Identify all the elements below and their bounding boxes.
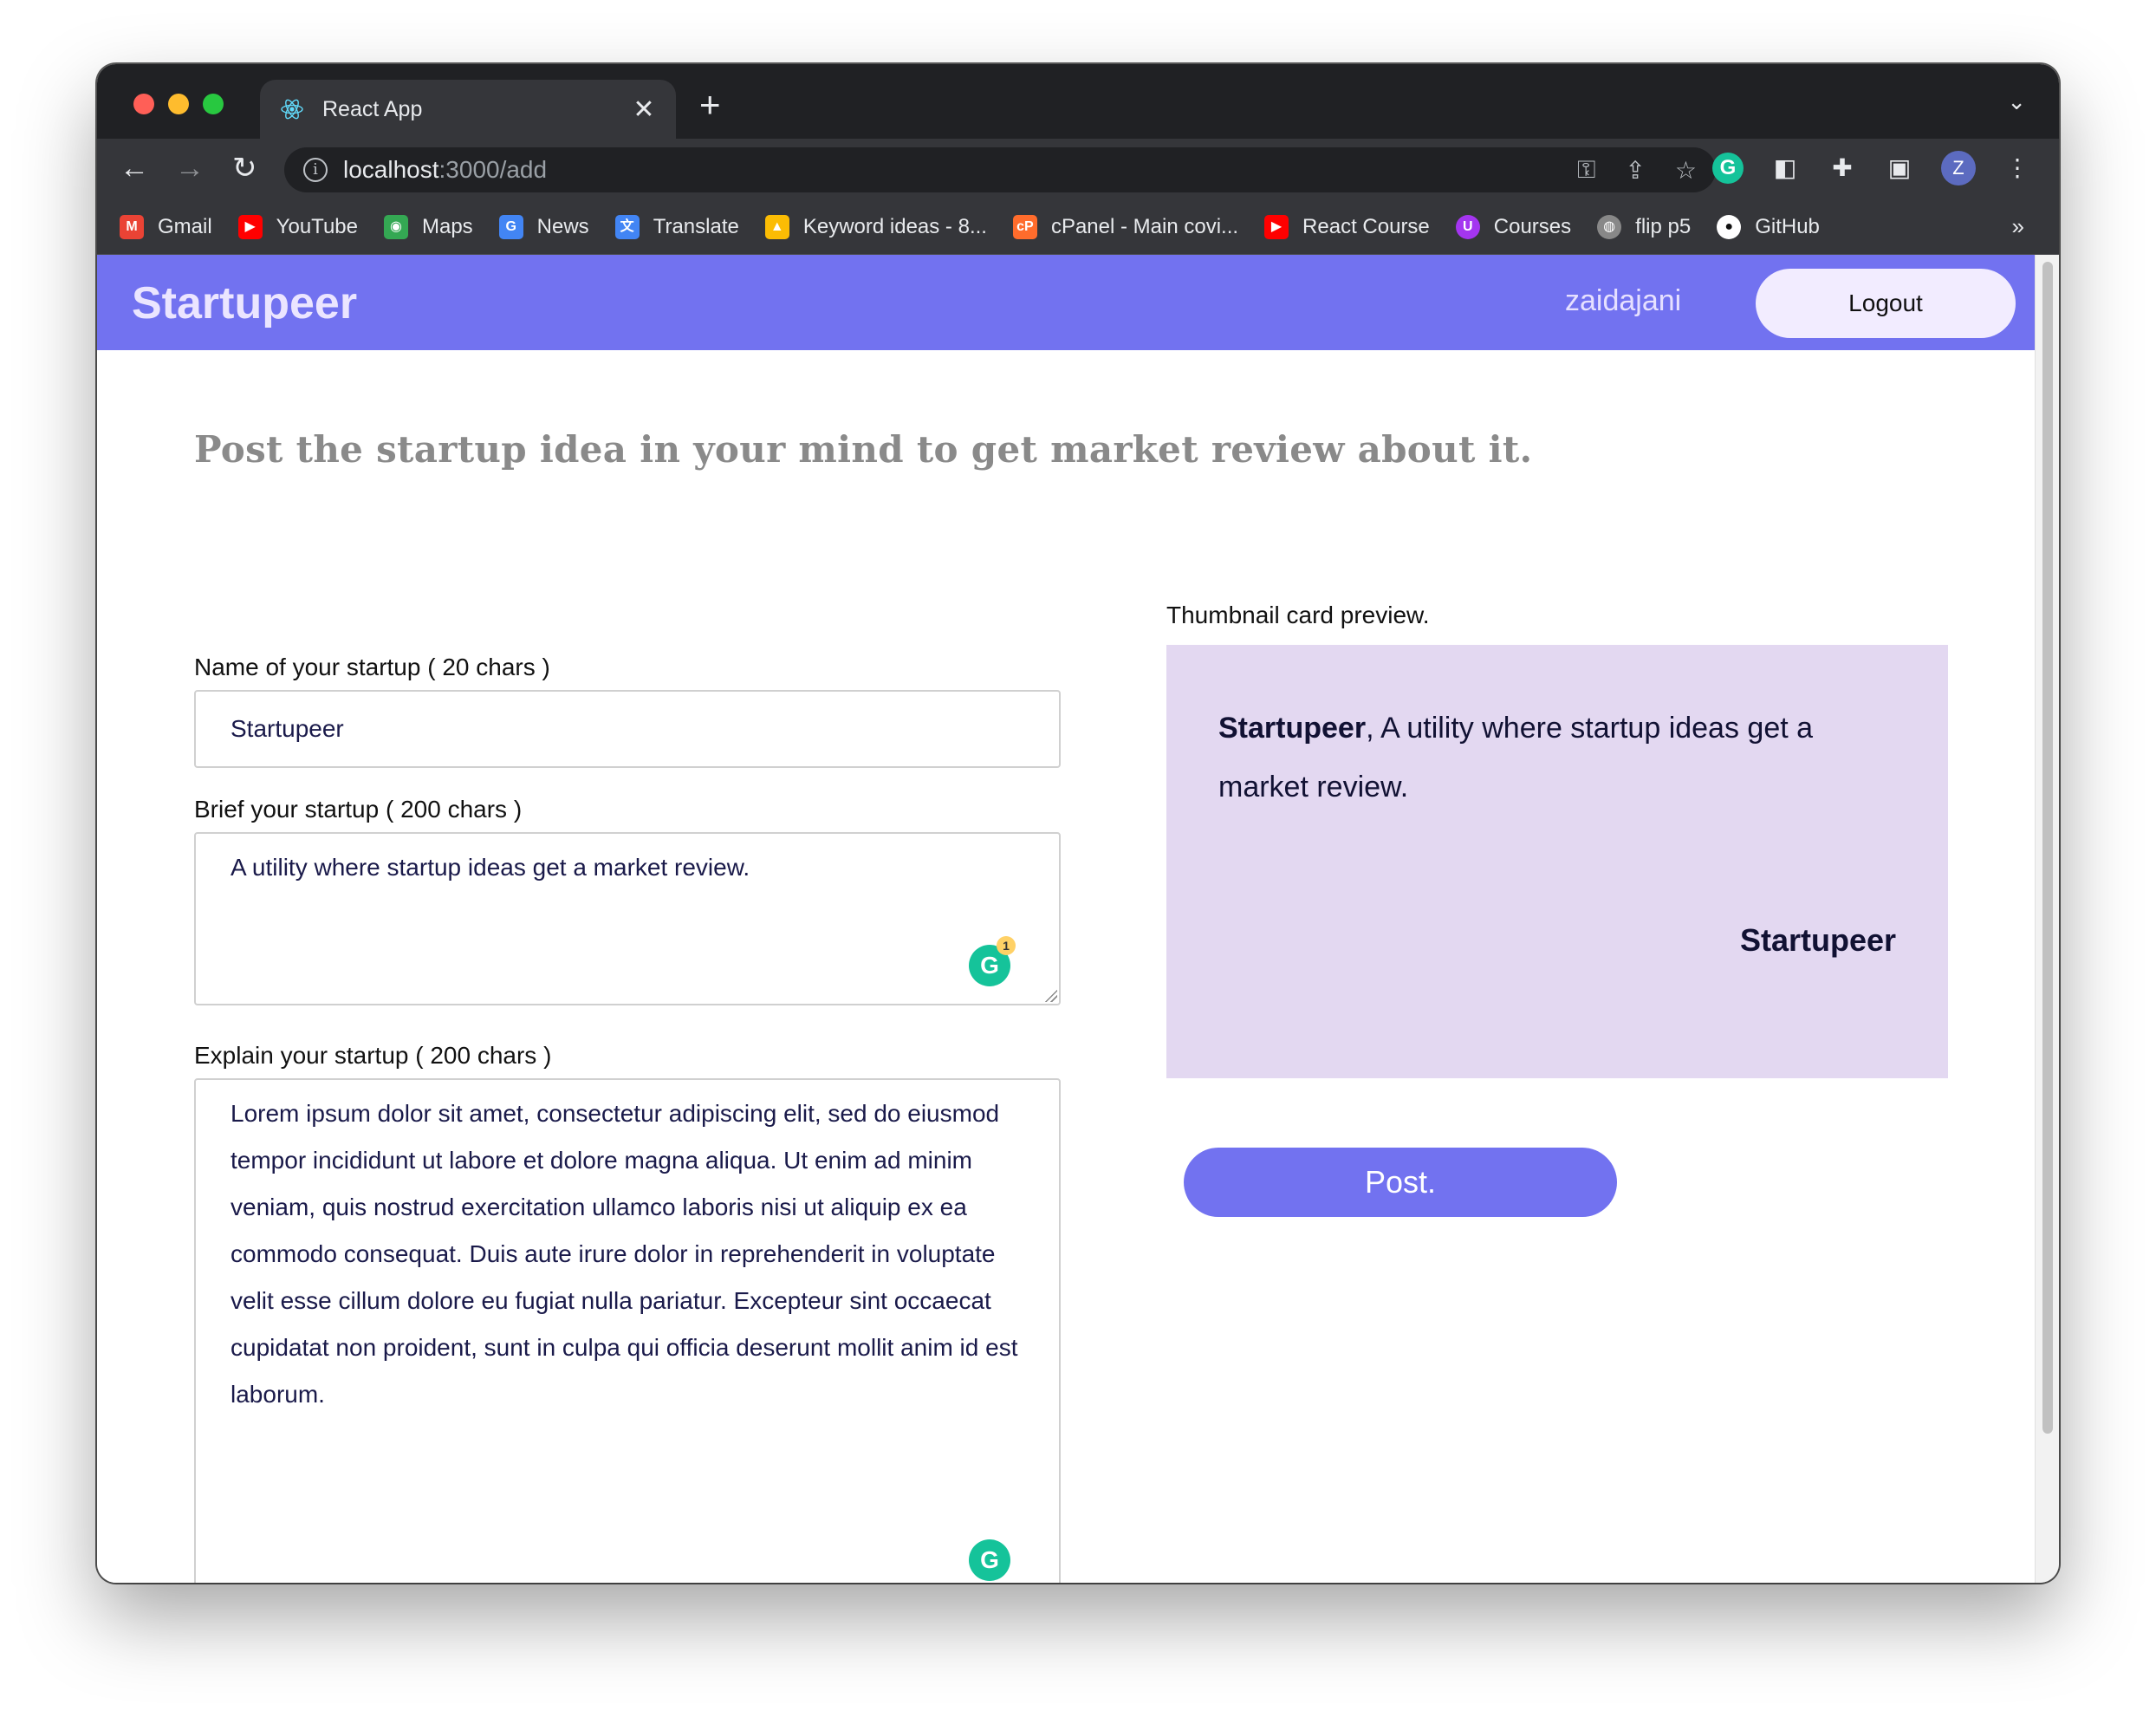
kebab-menu-icon[interactable]: ⋮ <box>2002 153 2033 184</box>
bookmark-courses[interactable]: U Courses <box>1455 214 1572 239</box>
browser-window: React App ✕ + ⌄ ← → ↻ i localhost :3000/… <box>97 64 2059 1583</box>
back-arrow-icon[interactable]: ← <box>120 151 149 185</box>
github-icon: ● <box>1717 214 1742 239</box>
close-icon[interactable]: ✕ <box>631 94 657 125</box>
cpanel-icon: cP <box>1012 214 1037 239</box>
brief-label: Brief your startup ( 200 chars ) <box>194 796 523 823</box>
bookmark-label: Courses <box>1493 214 1572 238</box>
new-tab-button[interactable]: + <box>699 87 721 123</box>
bookmark-maps[interactable]: ◉ Maps <box>383 214 473 239</box>
grammarly-icon[interactable]: G 1 <box>969 936 1016 986</box>
profile-avatar[interactable]: Z <box>1941 151 1976 185</box>
bookmark-label: Maps <box>421 214 473 238</box>
name-label: Name of your startup ( 20 chars ) <box>194 654 550 680</box>
app-logo[interactable]: Startupeer <box>132 277 357 329</box>
page-scrollbar[interactable] <box>2035 255 2059 1583</box>
scrollbar-thumb[interactable] <box>2042 262 2053 1434</box>
bookmarks-bar: M Gmail ▶ YouTube ◉ Maps G News 文 Transl… <box>97 199 2059 255</box>
bookmark-label: YouTube <box>276 214 358 238</box>
card-separator: , <box>1366 712 1381 745</box>
resize-handle[interactable] <box>1043 988 1057 1002</box>
minimize-window-button[interactable] <box>168 94 189 114</box>
bookmark-label: GitHub <box>1755 214 1820 238</box>
udemy-icon: U <box>1455 214 1480 239</box>
url-host: localhost <box>343 156 439 183</box>
bookmark-translate[interactable]: 文 Translate <box>614 214 739 239</box>
bookmark-gmail[interactable]: M Gmail <box>120 214 212 239</box>
bookmark-news[interactable]: G News <box>498 214 589 239</box>
post-button[interactable]: Post. <box>1184 1148 1617 1217</box>
brief-text: A utility where startup ideas get a mark… <box>231 854 750 881</box>
grammarly-icon[interactable]: G <box>969 1539 1010 1581</box>
tab-title: React App <box>322 96 423 121</box>
page-title: Post the startup idea in your mind to ge… <box>194 428 1533 471</box>
card-startup-name: Startupeer <box>1218 712 1367 745</box>
globe-icon: ◍ <box>1597 214 1622 239</box>
logout-button[interactable]: Logout <box>1756 269 2016 338</box>
bookmark-keyword-ideas[interactable]: ▲ Keyword ideas - 8... <box>764 214 987 239</box>
key-icon[interactable]: ⚿ <box>1577 156 1595 185</box>
bookmark-label: React Course <box>1302 214 1430 238</box>
google-ads-icon: ▲ <box>764 214 789 239</box>
card-text: Startupeer, A utility where startup idea… <box>1218 699 1903 816</box>
bookmark-flip-p5[interactable]: ◍ flip p5 <box>1597 214 1692 239</box>
bookmark-github[interactable]: ● GitHub <box>1717 214 1820 239</box>
card-author: Startupeer <box>1739 922 1896 958</box>
preview-label: Thumbnail card preview. <box>1166 602 1430 628</box>
bookmark-label: Translate <box>653 214 739 238</box>
tab-react-app[interactable]: React App ✕ <box>260 80 676 139</box>
bookmark-label: News <box>536 214 589 238</box>
star-icon[interactable]: ☆ <box>1675 156 1697 185</box>
gmail-icon: M <box>120 214 144 239</box>
tab-strip: React App ✕ + ⌄ <box>97 64 2059 139</box>
bookmark-label: Keyword ideas - 8... <box>802 214 987 238</box>
more-bookmarks-icon[interactable]: » <box>2012 213 2024 240</box>
office-extension-icon[interactable]: ◧ <box>1770 153 1801 184</box>
bookmark-youtube[interactable]: ▶ YouTube <box>237 214 358 239</box>
forward-arrow-icon[interactable]: → <box>175 151 205 185</box>
page-viewport: Startupeer zaidajani Logout Post the sta… <box>97 255 2035 1583</box>
chevron-down-icon[interactable]: ⌄ <box>2007 88 2026 115</box>
react-icon <box>281 99 303 120</box>
explain-text: Lorem ipsum dolor sit amet, consectetur … <box>231 1100 1018 1408</box>
app-header: Startupeer zaidajani Logout <box>97 255 2035 350</box>
bookmark-react-course[interactable]: ▶ React Course <box>1264 214 1430 239</box>
news-icon: G <box>498 214 523 239</box>
side-panel-icon[interactable]: ▣ <box>1884 153 1915 184</box>
share-icon[interactable]: ⇪ <box>1625 156 1645 185</box>
maps-icon: ◉ <box>383 214 408 239</box>
youtube-icon: ▶ <box>1264 214 1289 239</box>
url-path: :3000/add <box>438 156 548 183</box>
maximize-window-button[interactable] <box>203 94 224 114</box>
bookmark-cpanel[interactable]: cP cPanel - Main covi... <box>1012 214 1239 239</box>
bookmark-label: flip p5 <box>1635 214 1692 238</box>
grammarly-extension-icon[interactable]: G <box>1712 153 1744 184</box>
startup-name-input[interactable]: Startupeer <box>194 690 1061 768</box>
grammarly-suggestion-badge: 1 <box>997 936 1016 955</box>
youtube-icon: ▶ <box>237 214 263 239</box>
bookmark-label: Gmail <box>158 214 212 238</box>
brief-textarea[interactable]: A utility where startup ideas get a mark… <box>194 832 1061 1005</box>
close-window-button[interactable] <box>133 94 154 114</box>
thumbnail-card[interactable]: Startupeer, A utility where startup idea… <box>1166 645 1948 1078</box>
explain-label: Explain your startup ( 200 chars ) <box>194 1042 552 1069</box>
address-bar[interactable]: i localhost :3000/add ⚿ ⇪ ☆ <box>284 147 1716 192</box>
puzzle-icon[interactable]: ✚ <box>1827 153 1858 184</box>
username: zaidajani <box>1565 284 1682 317</box>
info-icon[interactable]: i <box>303 158 328 182</box>
bookmark-label: cPanel - Main covi... <box>1050 214 1239 238</box>
translate-icon: 文 <box>614 214 640 239</box>
resize-handle[interactable] <box>1043 1581 1057 1583</box>
browser-toolbar: ← → ↻ i localhost :3000/add ⚿ ⇪ ☆ G ◧ ✚ … <box>97 139 2059 199</box>
explain-textarea[interactable]: Lorem ipsum dolor sit amet, consectetur … <box>194 1078 1061 1583</box>
reload-icon[interactable]: ↻ <box>232 151 257 185</box>
